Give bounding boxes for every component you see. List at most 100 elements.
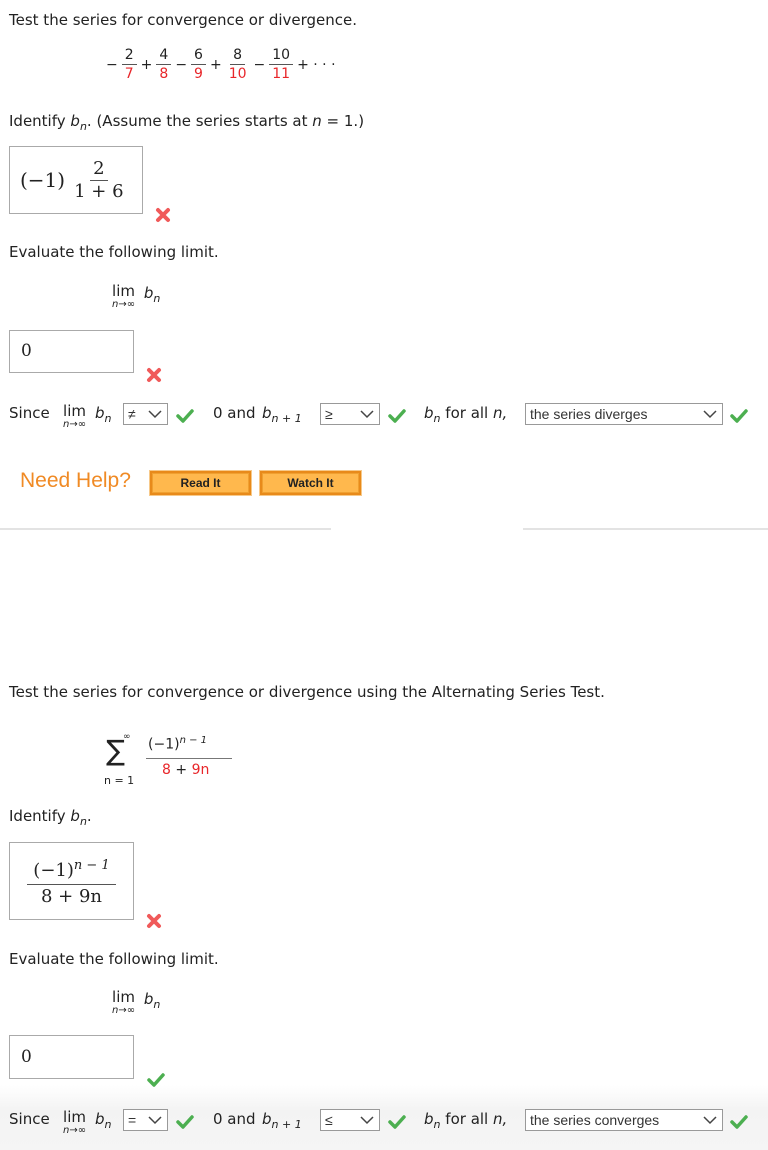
for-all-label: for all <box>445 1110 489 1128</box>
problem2-identify-label: Identify bn. <box>9 807 92 828</box>
problem1-conclusion-select[interactable]: the series diverges <box>525 403 723 425</box>
series-tail: + · · · <box>297 56 336 73</box>
n-var: n, <box>493 1110 508 1128</box>
problem2-relation-select[interactable]: = <box>123 1109 168 1131</box>
bn-prefix: (−1) <box>20 168 66 192</box>
term-denominator: 10 <box>228 66 247 82</box>
problem2-bn-answer-box[interactable]: (−1)n − 1 8 + 9n <box>9 842 134 920</box>
problem2-series: ∞ ∑ n = 1 (−1)n − 1 8 + 9n <box>100 732 240 792</box>
since-b-next: bn + 1 <box>262 404 302 425</box>
series-numerator: (−1)n − 1 <box>148 735 207 753</box>
problem1-relation-select[interactable]: ≠ <box>123 403 168 425</box>
lim-subscript: n→∞ <box>112 299 136 310</box>
b-sub: n <box>433 412 441 425</box>
b-sub: n <box>104 1118 112 1131</box>
series-denominator: 8 + 9n <box>162 762 209 778</box>
problem2-evaluate-label: Evaluate the following limit. <box>9 950 219 968</box>
lim-text: lim <box>63 402 86 420</box>
problem1-series: − 27 + 48 − 69 + 8 10 − 10 11 + · · · <box>106 46 336 83</box>
since-b-next: bn + 1 <box>262 1110 302 1131</box>
section-divider <box>523 528 768 530</box>
for-all-label: for all <box>445 404 489 422</box>
b-var: b <box>95 1110 105 1128</box>
term-numerator: 2 <box>121 46 137 65</box>
b-var: b <box>95 404 105 422</box>
bn-num-base: (−1) <box>33 860 74 881</box>
b-var: b <box>424 404 434 422</box>
b-sub: n <box>433 1118 441 1131</box>
term-sign: − <box>175 56 188 73</box>
problem1-monotonic-select[interactable]: ≥ <box>320 403 380 425</box>
select-value: = <box>128 1112 137 1128</box>
numerator-base: (−1) <box>148 736 180 753</box>
term-sign: − <box>253 56 266 73</box>
bn-denominator: 1 + 6 <box>74 180 124 202</box>
term-denominator: 11 <box>272 66 291 82</box>
series-term-1: 27 <box>121 46 137 83</box>
b-sub: n <box>153 292 161 305</box>
problem1-limit-input[interactable]: 0 <box>9 330 134 373</box>
correct-check-icon <box>730 1115 748 1129</box>
problem2-monotonic-select[interactable]: ≤ <box>320 1109 380 1131</box>
term-denominator: 9 <box>194 66 203 82</box>
sum-lower-text: n = 1 <box>104 774 135 787</box>
series-term-2: 48 <box>156 46 172 83</box>
term-denominator: 7 <box>124 66 134 82</box>
identify-text: = 1.) <box>321 112 365 130</box>
problem1-evaluate-label: Evaluate the following limit. <box>9 243 219 261</box>
chevron-down-icon <box>148 1116 162 1125</box>
for-all-text: bn for all n, <box>424 1110 507 1131</box>
zero-and-text: 0 and <box>213 1110 256 1128</box>
problem2-conclusion-select[interactable]: the series converges <box>525 1109 723 1131</box>
b-sub: n <box>79 120 87 133</box>
limit-operator: lim n→∞ <box>112 284 135 311</box>
problem1-bn-answer-box[interactable]: (−1) 21 + 6 <box>9 146 143 214</box>
b-var: b <box>70 112 80 130</box>
lim-text: lim <box>112 282 135 300</box>
correct-check-icon <box>176 1115 194 1129</box>
fraction-bar <box>146 758 232 759</box>
series-term-4: 8 10 <box>226 46 250 83</box>
select-value: ≥ <box>325 406 333 422</box>
bn-denominator: 8 + 9n <box>40 886 103 907</box>
read-it-button[interactable]: Read It <box>149 470 252 496</box>
select-value: ≤ <box>325 1112 333 1128</box>
b-var: b <box>262 404 272 422</box>
lim-subscript: n→∞ <box>63 1125 87 1136</box>
problem2-limit-input[interactable]: 0 <box>9 1035 134 1079</box>
incorrect-x-icon <box>147 368 161 382</box>
bn-num-exp: n − 1 <box>73 858 110 873</box>
since-b: bn <box>95 404 112 425</box>
den-b: 9n <box>191 762 210 778</box>
b-sub: n + 1 <box>271 1118 302 1131</box>
chevron-down-icon <box>360 1116 374 1125</box>
select-value: the series diverges <box>530 406 648 422</box>
problem1-identify-label: Identify bn. (Assume the series starts a… <box>9 112 364 133</box>
for-all-text: bn for all n, <box>424 404 507 425</box>
b-sub: n + 1 <box>271 412 302 425</box>
zero-and-text: 0 and <box>213 404 256 422</box>
lim-subscript: n→∞ <box>63 419 87 430</box>
correct-check-icon <box>388 1115 406 1129</box>
since-limit-operator: lim n→∞ <box>63 1110 86 1137</box>
need-help-label: Need Help? <box>20 469 131 492</box>
correct-check-icon <box>176 409 194 423</box>
b-var: b <box>143 990 154 1008</box>
n-var: n, <box>493 404 508 422</box>
lim-subscript: n→∞ <box>112 1005 136 1016</box>
identify-text: . (Assume the series starts at <box>86 112 313 130</box>
watch-it-button[interactable]: Watch It <box>259 470 362 496</box>
b-sub: n <box>104 412 112 425</box>
sigma-icon: ∑ <box>106 734 125 767</box>
bn-numerator: (−1)n − 1 <box>27 853 116 885</box>
identify-text: Identify <box>9 807 71 825</box>
correct-check-icon <box>388 409 406 423</box>
problem2-since-label: Since <box>9 1110 50 1128</box>
b-var: b <box>262 1110 272 1128</box>
since-b: bn <box>95 1110 112 1131</box>
b-sub: n <box>79 815 87 828</box>
term-numerator: 8 <box>230 46 246 65</box>
since-limit-operator: lim n→∞ <box>63 404 86 431</box>
correct-check-icon <box>147 1073 165 1087</box>
term-numerator: 10 <box>269 46 294 65</box>
